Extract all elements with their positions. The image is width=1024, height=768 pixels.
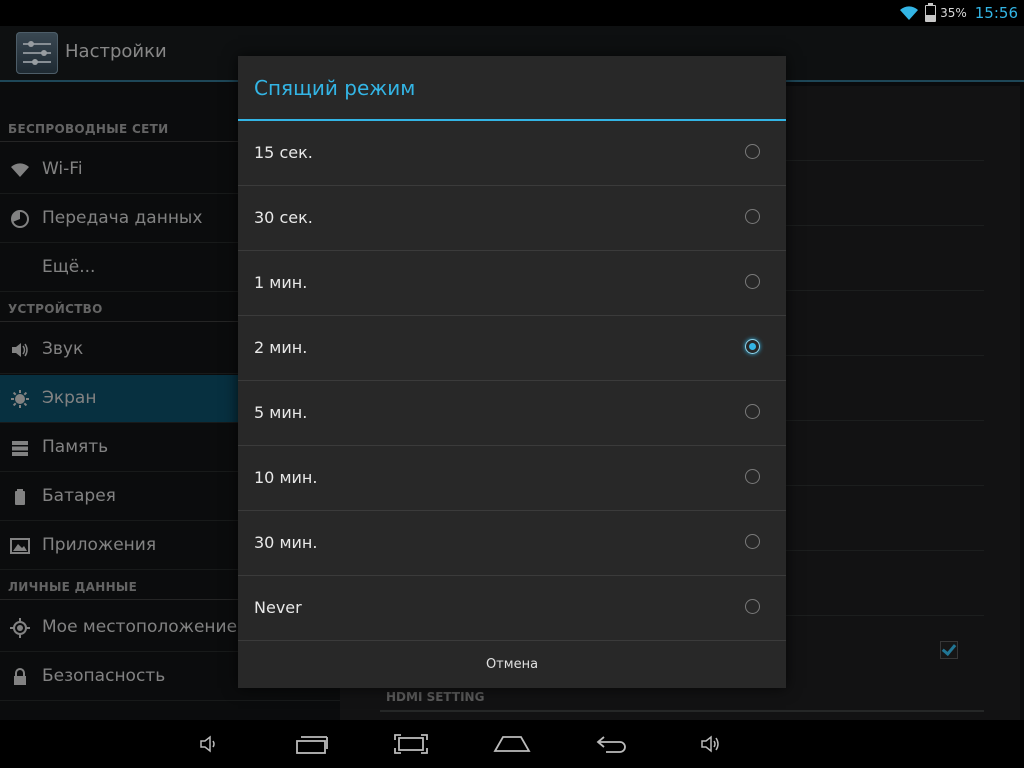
sleep-option-2m[interactable]: 2 мин. bbox=[238, 316, 786, 381]
recent-apps-icon bbox=[296, 736, 328, 754]
sleep-option-1m[interactable]: 1 мин. bbox=[238, 251, 786, 316]
cancel-button[interactable]: Отмена bbox=[238, 641, 786, 688]
home-icon bbox=[493, 736, 531, 752]
clock: 15:56 bbox=[974, 4, 1018, 22]
navigation-bar bbox=[0, 720, 1024, 768]
back-icon bbox=[596, 736, 626, 753]
radio-button[interactable] bbox=[745, 534, 760, 549]
radio-button[interactable] bbox=[745, 404, 760, 419]
radio-button[interactable] bbox=[745, 339, 760, 354]
radio-button[interactable] bbox=[745, 274, 760, 289]
radio-button[interactable] bbox=[745, 144, 760, 159]
sleep-dialog: Спящий режим 15 сек. 30 сек. 1 мин. 2 ми… bbox=[238, 56, 786, 688]
recent-apps-button[interactable] bbox=[292, 728, 332, 760]
sleep-option-15s[interactable]: 15 сек. bbox=[238, 121, 786, 186]
volume-up-icon bbox=[701, 735, 719, 753]
back-button[interactable] bbox=[592, 728, 632, 760]
wifi-signal-icon bbox=[900, 6, 919, 20]
option-label: 30 сек. bbox=[254, 208, 313, 227]
volume-down-icon bbox=[200, 735, 215, 753]
option-label: 10 мин. bbox=[254, 468, 318, 487]
home-button[interactable] bbox=[492, 728, 532, 760]
option-label: 15 сек. bbox=[254, 143, 313, 162]
option-label: 1 мин. bbox=[254, 273, 308, 292]
radio-button[interactable] bbox=[745, 209, 760, 224]
sleep-option-5m[interactable]: 5 мин. bbox=[238, 381, 786, 446]
battery-fill bbox=[926, 15, 936, 21]
status-bar: 35% 15:56 bbox=[0, 0, 1024, 26]
battery-percent: 35% bbox=[940, 6, 967, 20]
option-label: 5 мин. bbox=[254, 403, 308, 422]
sleep-option-10m[interactable]: 10 мин. bbox=[238, 446, 786, 511]
dialog-footer: Отмена bbox=[238, 641, 786, 688]
screenshot-icon bbox=[394, 734, 428, 754]
volume-down-button[interactable] bbox=[190, 728, 230, 760]
sleep-option-30m[interactable]: 30 мин. bbox=[238, 511, 786, 576]
option-label: 2 мин. bbox=[254, 338, 308, 357]
sleep-option-never[interactable]: Never bbox=[238, 576, 786, 641]
sleep-option-30s[interactable]: 30 сек. bbox=[238, 186, 786, 251]
radio-button[interactable] bbox=[745, 599, 760, 614]
volume-up-button[interactable] bbox=[691, 728, 731, 760]
screenshot-button[interactable] bbox=[391, 728, 431, 760]
dialog-title: Спящий режим bbox=[254, 76, 416, 100]
status-indicators: 35% 15:56 bbox=[899, 0, 1018, 26]
radio-button[interactable] bbox=[745, 469, 760, 484]
battery-status-icon bbox=[925, 2, 937, 22]
option-label: 30 мин. bbox=[254, 533, 318, 552]
option-label: Never bbox=[254, 598, 302, 617]
android-screen: 35% 15:56 Настройки БЕСПРОВОДНЫЕ СЕТИ Wi… bbox=[0, 0, 1024, 768]
